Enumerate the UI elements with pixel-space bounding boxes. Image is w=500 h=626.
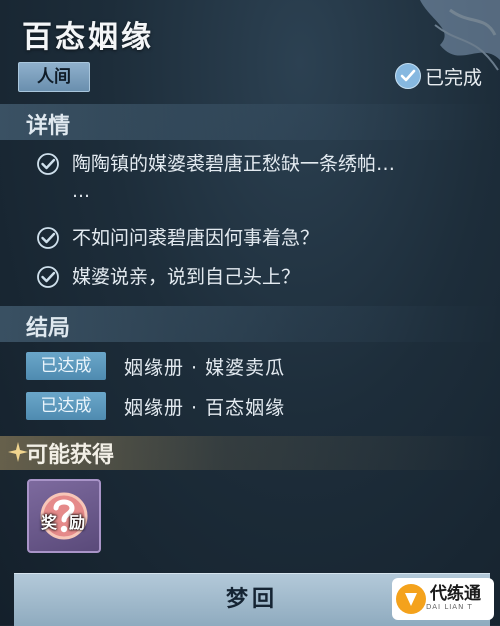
realm-tag: 人间: [18, 62, 90, 92]
details-section-bar: [0, 104, 500, 140]
ending-2-text: 姻缘册 · 百态姻缘: [124, 396, 286, 419]
achieved-badge: 已达成: [26, 392, 106, 420]
detail-item-2-text: 不如问问裘碧唐因何事着急？: [72, 227, 320, 249]
ending-row-1: 已达成 姻缘册 · 媒婆卖瓜: [26, 352, 285, 380]
reward-label-right: 励: [69, 513, 86, 532]
detail-item-1-text: 陶陶镇的媒婆裘碧唐正愁缺一条绣帕…: [72, 153, 396, 175]
reward-label-left: 奖: [41, 513, 58, 532]
achieved-badge: 已达成: [26, 352, 106, 380]
detail-item-3-text: 媒婆说亲，说到自己头上？: [72, 266, 301, 288]
butterfly-wing-decoration: [420, 0, 500, 71]
reward-item-slot[interactable]: 奖 励: [27, 479, 101, 553]
details-heading: 详情: [26, 114, 71, 139]
endings-section-bar: [0, 306, 500, 342]
watermark-logo-icon: [396, 584, 426, 614]
detail-item-1-continuation: …: [72, 181, 92, 202]
site-watermark: 代练通 DAI LIAN T: [392, 578, 494, 620]
ending-1-text: 姻缘册 · 媒婆卖瓜: [124, 356, 286, 379]
rewards-heading: 可能获得: [26, 443, 115, 468]
checkmark-icon: [37, 266, 59, 288]
checkmark-icon: [37, 153, 59, 175]
completion-status-label: 已完成: [424, 66, 482, 89]
watermark-brand: 代练通: [430, 584, 481, 604]
ending-row-2: 已达成 姻缘册 · 百态姻缘: [26, 392, 285, 420]
quest-title: 百态姻缘: [22, 20, 154, 55]
completion-status: 已完成: [394, 61, 482, 91]
watermark-subtext: DAI LIAN T: [426, 603, 473, 611]
detail-item-2: 不如问问裘碧唐因何事着急？: [36, 224, 319, 252]
completed-check-icon: [394, 63, 421, 89]
detail-item-3: 媒婆说亲，说到自己头上？: [36, 263, 300, 291]
checkmark-icon: [37, 227, 59, 249]
endings-heading: 结局: [26, 316, 71, 341]
detail-item-1: 陶陶镇的媒婆裘碧唐正愁缺一条绣帕… …: [36, 150, 486, 206]
